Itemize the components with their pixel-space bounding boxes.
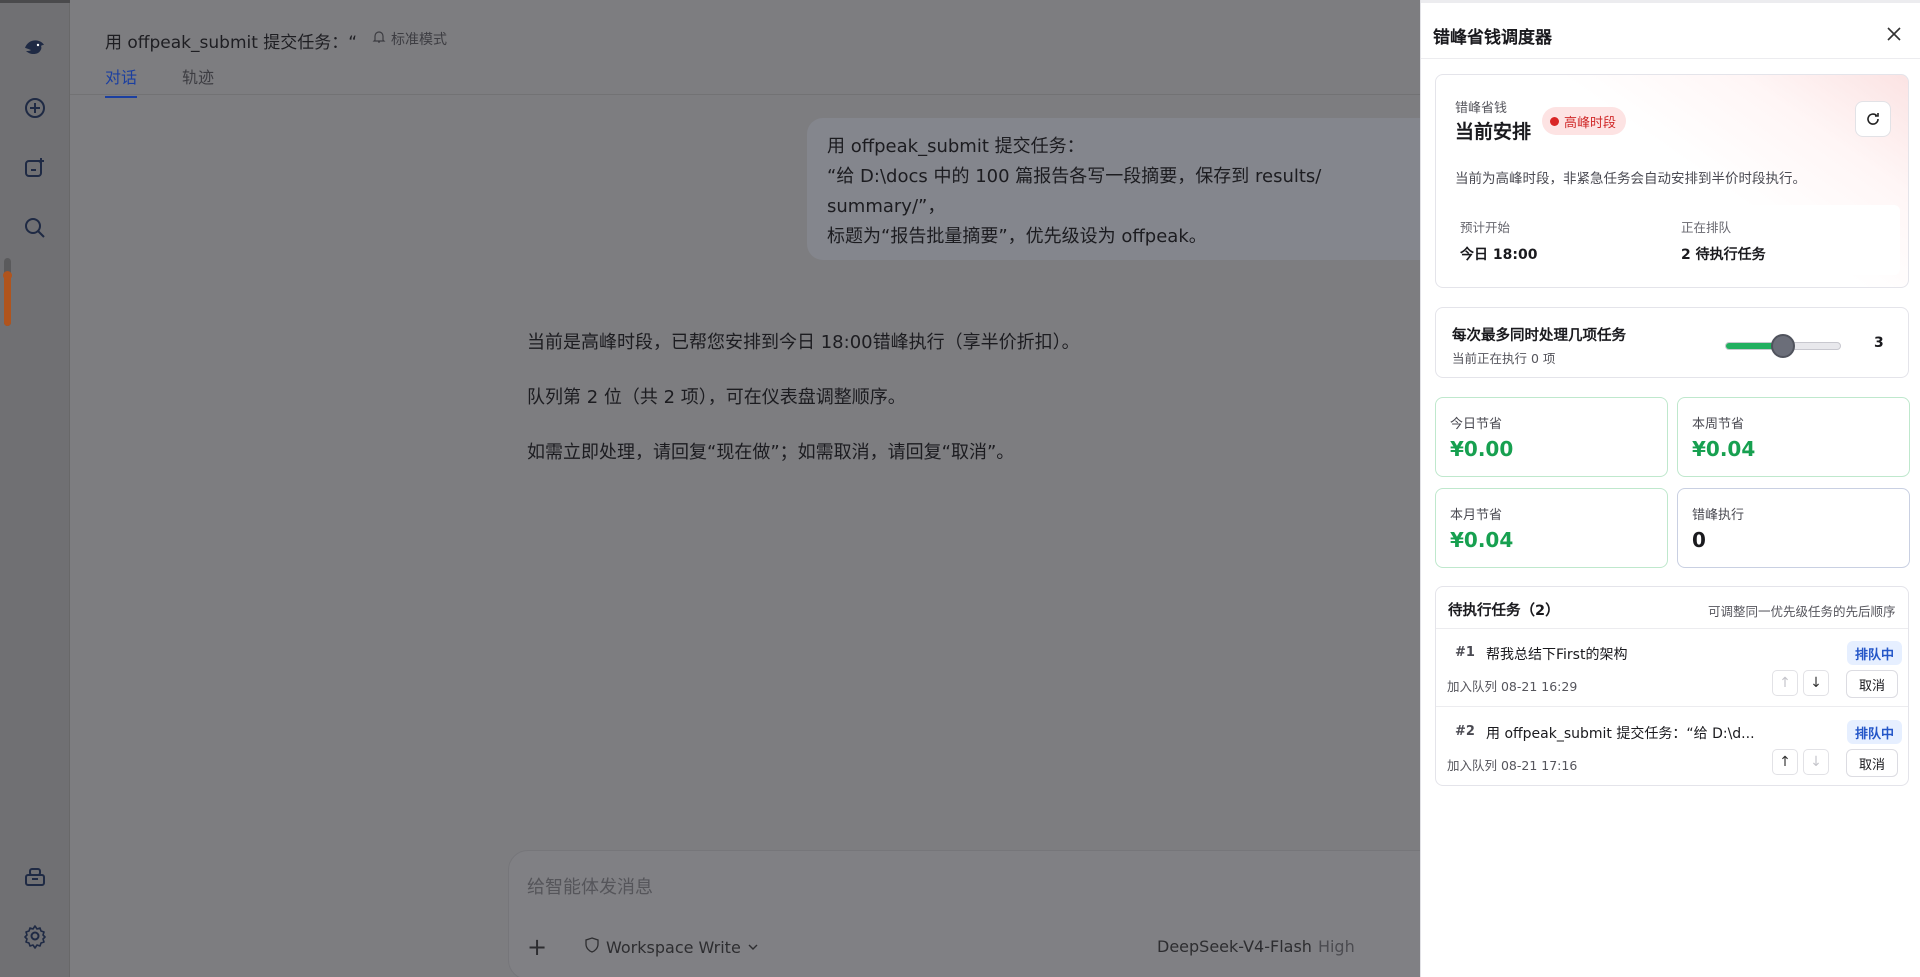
user-message-line: 标题为“报告批量摘要”，优先级设为 offpeak。 — [827, 226, 1207, 247]
assistant-message: 当前是高峰时段，已帮您安排到今日 18:00错峰执行（享半价折扣）。 队列第 2… — [527, 328, 1080, 493]
refresh-button[interactable] — [1855, 101, 1891, 137]
queue-title: 待执行任务（2） — [1448, 603, 1560, 619]
stat-value: ¥0.04 — [1692, 437, 1756, 461]
start-info: 预计开始 今日 18:00 — [1460, 217, 1537, 264]
peak-badge-label: 高峰时段 — [1564, 115, 1617, 131]
conversation-title: 用 offpeak_submit 提交任务：“ — [105, 33, 358, 53]
chat-main: 用 offpeak_submit 提交任务：“ 标准模式 对话 轨迹 用 off… — [70, 0, 1468, 977]
pending-queue: 待执行任务（2） 可调整同一优先级任务的先后顺序 #1 帮我总结下First的架… — [1435, 586, 1909, 786]
cancel-button[interactable]: 取消 — [1846, 670, 1898, 698]
close-icon — [1887, 27, 1901, 41]
start-value: 今日 18:00 — [1460, 247, 1538, 263]
chevron-down-icon — [747, 938, 759, 957]
mode-indicator[interactable]: 标准模式 — [372, 29, 447, 49]
gear-icon[interactable] — [20, 921, 50, 951]
search-icon[interactable] — [20, 213, 50, 243]
effort-label: High — [1317, 937, 1355, 956]
temperature-slider-knob[interactable] — [3, 271, 12, 280]
left-rail — [0, 0, 70, 977]
offpeak-scheduler-panel: 错峰省钱调度器 错峰省钱 当前安排 高峰时段 当前为高峰时段，非紧急任务会自动安… — [1420, 0, 1920, 977]
shield-icon — [584, 937, 600, 957]
stat-week: 本周节省 ¥0.04 — [1677, 397, 1910, 477]
panel-header: 错峰省钱调度器 — [1421, 0, 1920, 59]
assistant-paragraph: 队列第 2 位（共 2 项），可在仪表盘调整顺序。 — [527, 387, 906, 408]
message-input[interactable]: 给智能体发消息 — [527, 873, 653, 899]
whale-logo-icon[interactable] — [20, 32, 50, 62]
schedule-eyebrow: 错峰省钱 — [1455, 101, 1508, 116]
concurrency-title: 每次最多同时处理几项任务 — [1452, 328, 1626, 344]
concurrency-subtitle: 当前正在执行 0 项 — [1452, 351, 1556, 366]
peak-status-badge: 高峰时段 — [1542, 107, 1627, 135]
queue-status-badge: 排队中 — [1847, 720, 1903, 744]
move-up-button[interactable]: ↑ — [1772, 749, 1798, 775]
stat-label: 本周节省 — [1692, 417, 1745, 432]
cancel-button[interactable]: 取消 — [1846, 749, 1898, 777]
tools-icon[interactable] — [20, 862, 50, 892]
concurrency-card: 每次最多同时处理几项任务 当前正在执行 0 项 3 — [1435, 307, 1909, 378]
queue-item-time: 加入队列 08-21 16:29 — [1447, 679, 1578, 694]
concurrency-slider[interactable] — [1725, 334, 1841, 358]
concurrency-slider-knob[interactable] — [1771, 334, 1795, 358]
move-down-button[interactable]: ↓ — [1803, 749, 1829, 775]
message-composer[interactable]: 给智能体发消息 + Workspace Write DeepSeek-V4-Fl… — [508, 850, 1468, 977]
tab-dialogue[interactable]: 对话 — [105, 64, 138, 98]
header-divider — [70, 94, 1420, 95]
concurrency-value: 3 — [1874, 335, 1884, 351]
queue-item-time: 加入队列 08-21 17:16 — [1447, 758, 1578, 773]
user-message: 用 offpeak_submit 提交任务： “给 D:\docs 中的 100… — [807, 118, 1447, 260]
status-dot-icon — [1550, 116, 1559, 126]
stat-today: 今日节省 ¥0.00 — [1435, 397, 1668, 477]
schedule-card: 错峰省钱 当前安排 高峰时段 当前为高峰时段，非紧急任务会自动安排到半价时段执行… — [1435, 74, 1909, 288]
workspace-selector[interactable]: Workspace Write — [584, 937, 759, 957]
stat-value: 0 — [1692, 528, 1706, 552]
queue-item: #1 帮我总结下First的架构 排队中 加入队列 08-21 16:29 ↑ … — [1436, 629, 1908, 707]
stat-label: 本月节省 — [1450, 508, 1503, 523]
user-message-line: 用 offpeak_submit 提交任务： — [827, 136, 1085, 157]
start-label: 预计开始 — [1460, 220, 1511, 235]
schedule-heading: 当前安排 — [1455, 121, 1532, 143]
close-button[interactable] — [1881, 21, 1907, 47]
schedule-description: 当前为高峰时段，非紧急任务会自动安排到半价时段执行。 — [1455, 171, 1806, 187]
queue-item-index: #2 — [1455, 724, 1475, 739]
queue-info: 正在排队 2 待执行任务 — [1681, 217, 1766, 264]
queue-item-index: #1 — [1455, 645, 1475, 660]
user-message-line: summary/”， — [827, 196, 946, 217]
tab-trace[interactable]: 轨迹 — [182, 64, 214, 98]
queue-item-name: 用 offpeak_submit 提交任务：“给 D:\d... — [1486, 726, 1755, 742]
temperature-slider[interactable] — [3, 258, 12, 326]
attach-button[interactable]: + — [527, 933, 547, 961]
mode-label: 标准模式 — [391, 32, 447, 48]
queue-item-name: 帮我总结下First的架构 — [1486, 647, 1628, 663]
queue-hint: 可调整同一优先级任务的先后顺序 — [1708, 604, 1896, 619]
temperature-slider-fill — [4, 275, 11, 326]
user-message-line: “给 D:\docs 中的 100 篇报告各写一段摘要，保存到 results/ — [827, 166, 1322, 187]
queue-value: 2 待执行任务 — [1681, 247, 1766, 263]
bell-icon — [372, 30, 386, 48]
stat-month: 本月节省 ¥0.04 — [1435, 488, 1668, 568]
stat-value: ¥0.00 — [1450, 437, 1514, 461]
queue-item: #2 用 offpeak_submit 提交任务：“给 D:\d... 排队中 … — [1436, 708, 1908, 786]
new-item-icon[interactable] — [20, 153, 50, 183]
workspace-label: Workspace Write — [606, 937, 741, 957]
schedule-info: 预计开始 今日 18:00 正在排队 2 待执行任务 — [1448, 205, 1900, 275]
tab-bar: 对话 轨迹 — [105, 64, 214, 98]
stat-label: 今日节省 — [1450, 417, 1503, 432]
model-label: DeepSeek-V4-Flash — [1157, 937, 1312, 956]
queue-label: 正在排队 — [1681, 220, 1732, 235]
refresh-icon — [1867, 113, 1879, 125]
stat-label: 错峰执行 — [1692, 508, 1745, 523]
assistant-paragraph: 当前是高峰时段，已帮您安排到今日 18:00错峰执行（享半价折扣）。 — [527, 332, 1080, 353]
queue-header: 待执行任务（2） 可调整同一优先级任务的先后顺序 — [1436, 587, 1908, 629]
stat-offpeak-runs: 错峰执行 0 — [1677, 488, 1910, 568]
model-selector[interactable]: DeepSeek-V4-Flash High — [1157, 937, 1355, 956]
move-down-button[interactable]: ↓ — [1803, 670, 1829, 696]
queue-status-badge: 排队中 — [1847, 641, 1903, 665]
new-chat-icon[interactable] — [20, 93, 50, 123]
panel-title: 错峰省钱调度器 — [1433, 28, 1552, 48]
assistant-paragraph: 如需立即处理，请回复“现在做”；如需取消，请回复“取消”。 — [527, 442, 1015, 463]
stat-value: ¥0.04 — [1450, 528, 1514, 552]
move-up-button[interactable]: ↑ — [1772, 670, 1798, 696]
